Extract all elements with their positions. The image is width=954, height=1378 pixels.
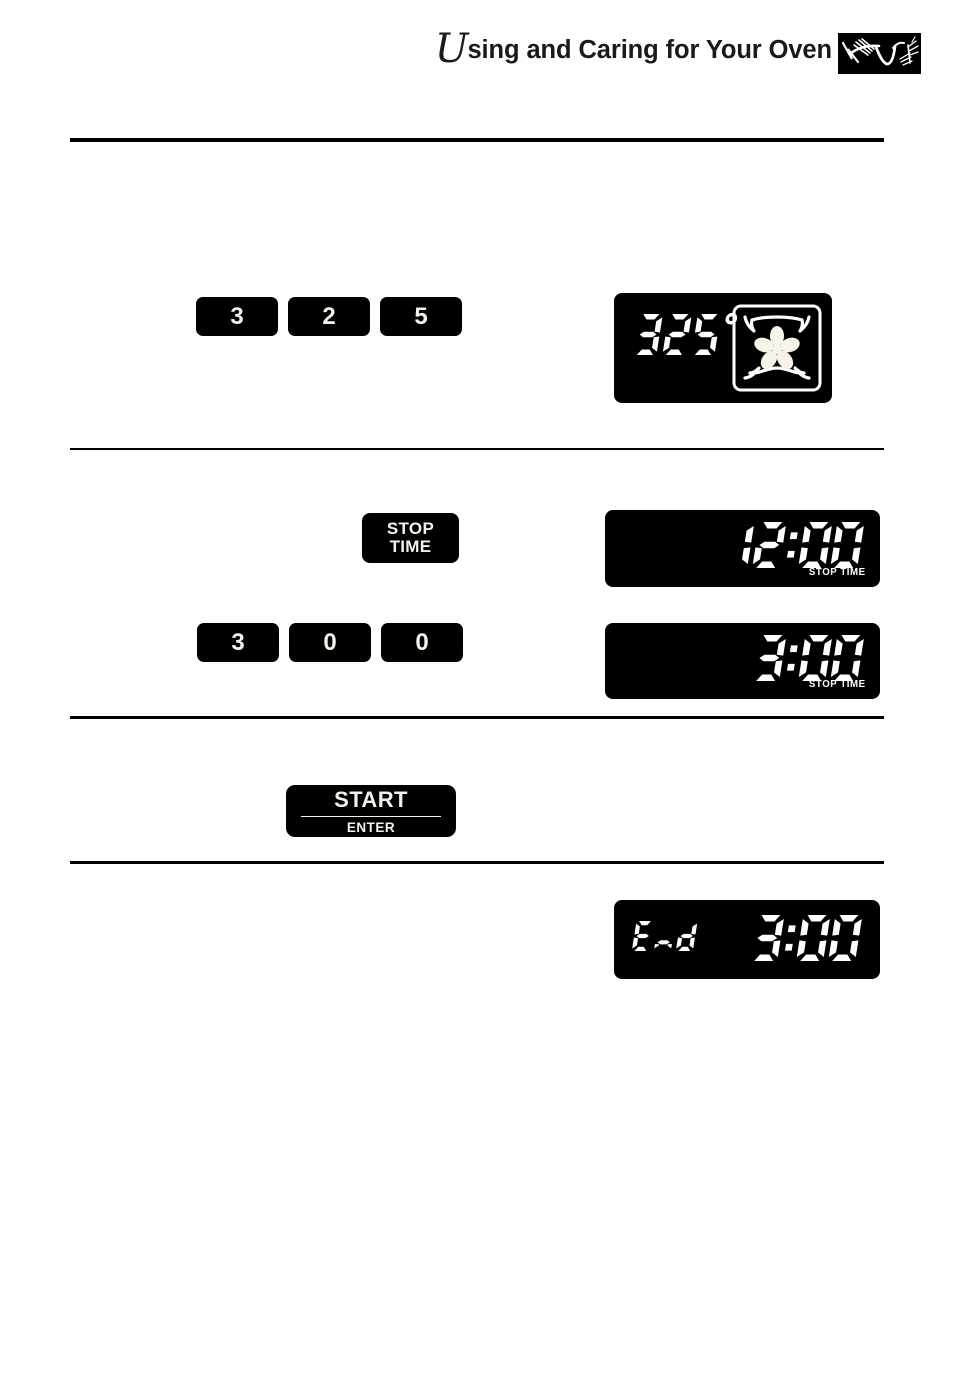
key-3[interactable]: 3 [197,623,279,662]
key-3[interactable]: 3 [196,297,278,336]
stop-time-display: STOP TIME [605,623,880,699]
clock-display: STOP TIME [605,510,880,587]
page-title-text: sing and Caring for Your Oven [467,36,832,64]
page-header: Using and Caring for Your Oven [0,0,954,100]
start-label: START [334,787,408,812]
section-divider-4 [70,861,884,864]
oven-temperature-value [632,311,739,358]
start-button-divider [301,816,441,817]
end-display-value [749,912,866,964]
wheat-sheaf-logo-art [838,33,921,74]
oven-temperature-display [614,293,832,403]
stop-time-button[interactable]: STOP TIME [362,513,459,563]
end-display-word [630,918,700,954]
page-title-dropcap: U [434,26,469,72]
section-divider-2 [70,448,884,450]
clock-display-value [719,519,868,571]
section-divider-3 [70,716,884,719]
key-2[interactable]: 2 [288,297,370,336]
stop-time-indicator: STOP TIME [809,566,866,578]
enter-label: ENTER [346,820,396,835]
convection-fan-icon [732,304,822,397]
key-0[interactable]: 0 [381,623,463,662]
stop-time-indicator: STOP TIME [809,678,866,690]
numeric-keypad-325: 3 2 5 [196,297,462,336]
stop-time-display-value [751,632,868,684]
stop-time-button-line1: STOP [386,518,435,538]
page-title: Using and Caring for Your Oven [435,29,832,69]
numeric-keypad-300: 3 0 0 [197,623,463,662]
start-enter-button[interactable]: START ENTER [286,785,456,837]
stop-time-button-line2: TIME [389,537,432,556]
end-display [614,900,880,979]
key-5[interactable]: 5 [380,297,462,336]
key-0[interactable]: 0 [289,623,371,662]
section-divider-1 [70,138,884,142]
wheat-sheaf-logo [838,33,921,74]
